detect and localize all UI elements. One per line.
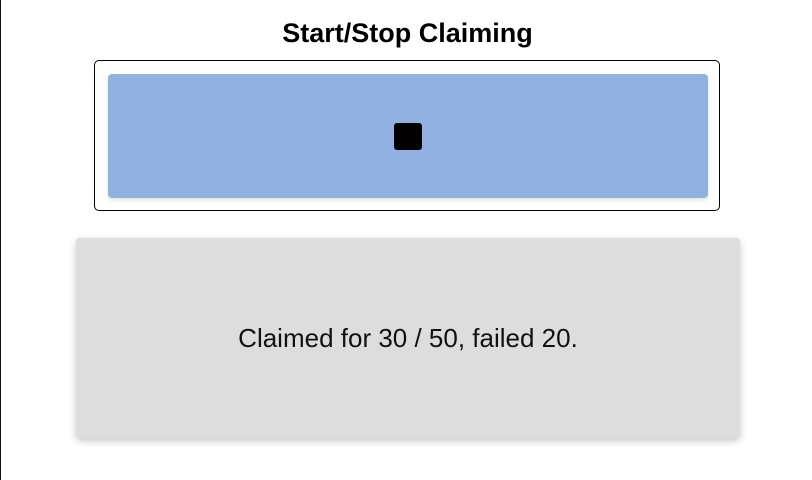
left-border bbox=[0, 0, 1, 480]
claim-status-text: Claimed for 30 / 50, failed 20. bbox=[238, 323, 578, 353]
status-card: Claimed for 30 / 50, failed 20. bbox=[76, 238, 740, 438]
stop-icon bbox=[394, 123, 422, 150]
start-stop-button[interactable] bbox=[108, 74, 708, 198]
page-title: Start/Stop Claiming bbox=[282, 18, 533, 48]
control-frame bbox=[94, 60, 720, 211]
